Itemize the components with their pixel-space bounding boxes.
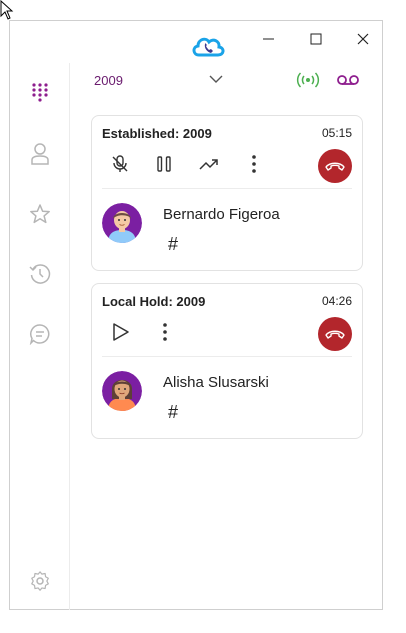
caller-avatar xyxy=(102,371,142,411)
maximize-icon xyxy=(310,33,322,45)
minimize-button[interactable] xyxy=(254,29,284,49)
maximize-button[interactable] xyxy=(301,29,331,49)
more-options-button[interactable] xyxy=(153,320,177,344)
call-card-on-hold: Local Hold: 2009 04:26 Alisha Slusarski … xyxy=(91,283,363,439)
hold-icon xyxy=(157,156,171,172)
mouse-cursor-icon xyxy=(0,0,14,20)
title-bar xyxy=(10,21,382,63)
call-status: Established: 2009 xyxy=(102,126,212,141)
more-icon xyxy=(252,155,256,173)
favorites-icon xyxy=(30,204,50,224)
dialpad-icon xyxy=(32,83,48,102)
transfer-button[interactable] xyxy=(197,152,221,176)
settings-icon xyxy=(31,571,49,591)
resume-button[interactable] xyxy=(108,320,132,344)
hangup-button[interactable] xyxy=(318,317,352,351)
dtmf-keypad-button[interactable]: # xyxy=(168,234,178,255)
dtmf-keypad-button[interactable]: # xyxy=(168,402,178,423)
hold-button[interactable] xyxy=(152,152,176,176)
close-icon xyxy=(357,33,369,45)
call-card-established: Established: 2009 05:15 Bernardo Figeroa… xyxy=(91,115,363,271)
sidebar xyxy=(10,63,70,610)
chevron-down-icon[interactable] xyxy=(208,71,224,87)
call-status: Local Hold: 2009 xyxy=(102,294,206,309)
hangup-icon xyxy=(325,330,345,339)
minimize-icon xyxy=(263,38,274,40)
signal-icon[interactable] xyxy=(296,70,320,90)
transfer-icon xyxy=(199,159,218,170)
close-button[interactable] xyxy=(348,29,378,49)
voicemail-icon[interactable] xyxy=(336,71,360,89)
hangup-button[interactable] xyxy=(318,149,352,183)
sidebar-item-history[interactable] xyxy=(27,261,53,287)
call-duration: 05:15 xyxy=(321,126,352,140)
mute-button[interactable] xyxy=(108,152,132,176)
caller-name: Bernardo Figeroa xyxy=(163,206,280,223)
caller-avatar xyxy=(102,203,142,243)
history-icon xyxy=(29,264,51,284)
divider xyxy=(102,356,352,357)
line-selector-row: 2009 xyxy=(70,65,384,95)
more-options-button[interactable] xyxy=(242,152,266,176)
settings-button[interactable] xyxy=(27,568,53,594)
selected-line[interactable]: 2009 xyxy=(94,73,123,88)
play-icon xyxy=(113,323,129,341)
chat-icon xyxy=(29,324,50,345)
sidebar-item-chat[interactable] xyxy=(27,321,53,347)
call-duration: 04:26 xyxy=(321,294,352,308)
sidebar-item-favorites[interactable] xyxy=(27,201,53,227)
more-icon xyxy=(163,323,167,341)
mute-icon xyxy=(112,155,128,172)
cloud-phone-logo xyxy=(192,37,225,57)
sidebar-item-contacts[interactable] xyxy=(27,141,53,167)
divider xyxy=(102,188,352,189)
avatar-female-icon xyxy=(102,371,142,411)
softphone-window: 2009 Established: 2009 05:15 Bernardo Fi… xyxy=(9,20,383,610)
contacts-icon xyxy=(31,143,49,165)
sidebar-item-dialpad[interactable] xyxy=(27,79,53,105)
hangup-icon xyxy=(325,162,345,171)
caller-name: Alisha Slusarski xyxy=(163,374,269,391)
avatar-male-icon xyxy=(102,203,142,243)
